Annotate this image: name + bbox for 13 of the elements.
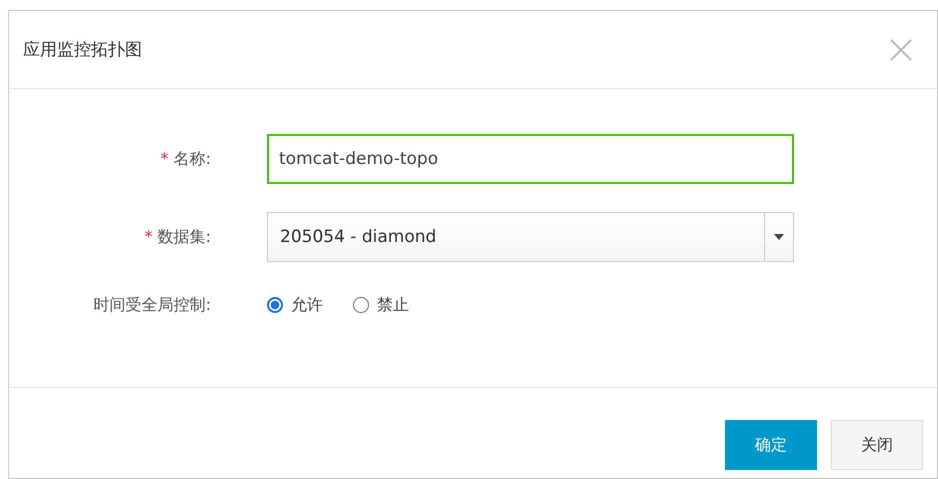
required-asterisk: * [160, 148, 169, 168]
dataset-dropdown[interactable]: 205054 - diamond [267, 212, 794, 262]
field-label: 名称: [174, 148, 211, 168]
field-label: 时间受全局控制: [94, 294, 211, 314]
name-input[interactable]: tomcat-demo-topo [267, 134, 794, 184]
caret-icon [774, 234, 784, 240]
required-asterisk: * [144, 226, 153, 246]
close-button[interactable]: 关闭 [831, 420, 923, 470]
dialog-title: 应用监控拓扑图 [23, 39, 142, 61]
field-label: 数据集: [158, 226, 211, 246]
close-icon[interactable] [889, 38, 913, 62]
radio-option[interactable]: 禁止 [353, 294, 409, 316]
radio-option[interactable]: 允许 [267, 294, 323, 316]
